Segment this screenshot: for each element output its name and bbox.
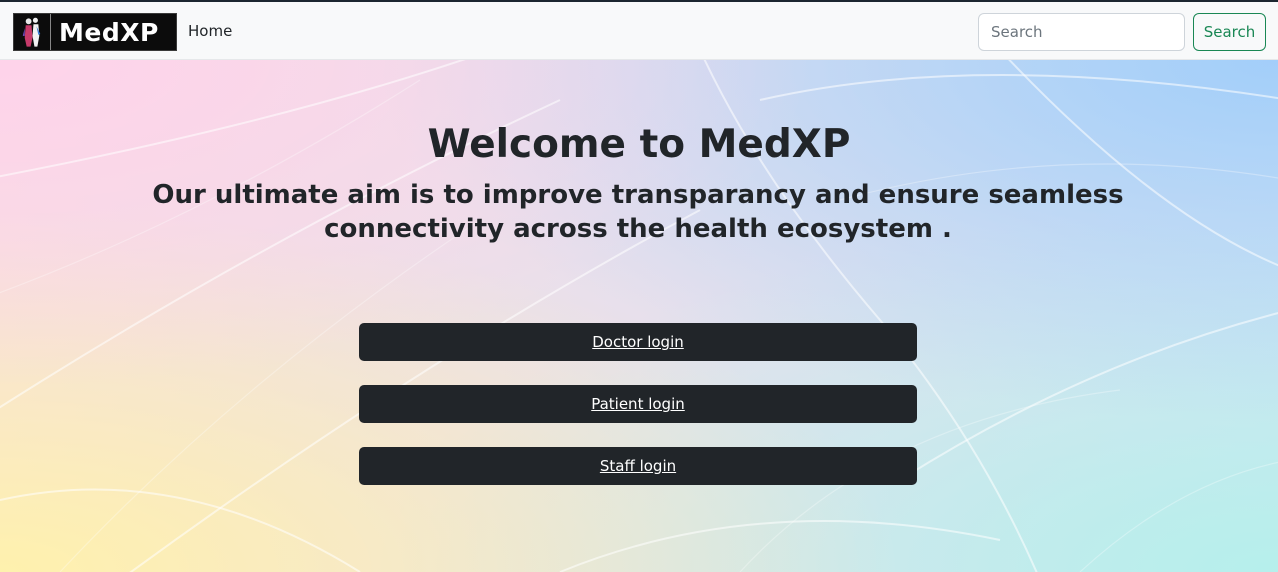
patient-login-button[interactable]: Patient login: [359, 385, 917, 423]
search-button[interactable]: Search: [1193, 13, 1266, 51]
medical-figures-icon: [15, 14, 51, 50]
nav-link-home[interactable]: Home: [188, 22, 232, 40]
browser-viewport: MedXP Home Search Search Welcome to MedX…: [0, 0, 1278, 572]
page-subtitle: Our ultimate aim is to improve transpara…: [152, 180, 1124, 244]
page-title: Welcome to MedXP: [427, 122, 851, 167]
top-navbar: MedXP Home Search: [0, 2, 1278, 60]
doctor-login-button[interactable]: Doctor login: [359, 323, 917, 361]
hero-section: Welcome to MedXP Our ultimate aim is to …: [0, 60, 1278, 572]
brand-logo[interactable]: MedXP: [13, 13, 177, 51]
brand-name: MedXP: [59, 17, 159, 47]
staff-login-button[interactable]: Staff login: [359, 447, 917, 485]
search-input[interactable]: [978, 13, 1185, 51]
